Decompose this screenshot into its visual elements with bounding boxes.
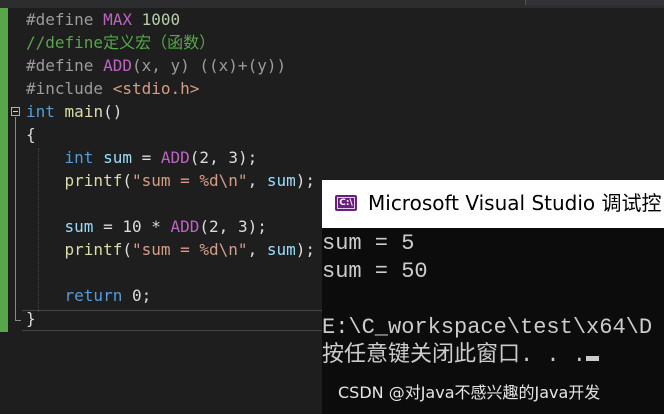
code-token: int [26,102,55,121]
collapse-icon[interactable] [11,107,20,116]
code-line[interactable]: int main() [26,100,315,123]
watermark-text: CSDN @对Java不感兴趣的Java开发 [338,383,601,402]
console-line: sum = 5 [322,231,415,256]
console-title: Microsoft Visual Studio 调试控 [368,191,662,215]
code-token: = [131,148,161,167]
code-token: 0; [122,286,152,305]
code-line[interactable]: #define ADD(x, y) ((x)+(y)) [26,54,315,77]
code-line[interactable]: #define MAX 1000 [26,8,315,31]
code-token: (x, y) ((x)+(y)) [131,56,287,75]
code-token: MAX [103,10,132,29]
code-token: = 10 * [93,217,171,236]
code-token: 1000 [141,10,181,29]
code-token: ADD [160,148,190,167]
code-token: ); [295,240,315,259]
code-token: ADD [170,217,200,236]
code-token: ADD [103,56,132,75]
code-line[interactable]: //define定义宏（函数） [26,31,315,54]
code-token: } [26,309,36,328]
code-token: ( [122,171,132,190]
code-token: { [26,125,36,144]
code-token: return [64,286,123,305]
code-line[interactable]: } [26,307,315,330]
console-app-icon: C:\ [335,195,357,211]
member-dropdown[interactable] [525,0,664,5]
code-line[interactable]: int sum = ADD(2, 3); [26,146,315,169]
code-token: #define [26,10,104,29]
change-tracking-bar [0,8,8,332]
code-line[interactable]: return 0; [26,284,315,307]
code-token: main [64,102,104,121]
code-token: "sum = %d\n" [131,171,248,190]
console-line: sum = 50 [322,259,428,284]
console-cursor [586,356,600,361]
code-token: printf [64,240,123,259]
code-token: sum [103,148,132,167]
code-token: //define定义宏（函数） [26,33,216,52]
code-token: ); [295,171,315,190]
code-token: #define [26,56,104,75]
code-line[interactable]: printf("sum = %d\n", sum); [26,169,315,192]
code-token: sum [266,171,296,190]
code-token: #include [26,79,113,98]
code-token: , [247,240,267,259]
code-token: , [247,171,267,190]
code-line[interactable]: #include <stdio.h> [26,77,315,100]
code-line[interactable] [26,261,315,284]
console-title-bar[interactable]: C:\ Microsoft Visual Studio 调试控 [322,180,664,228]
code-line[interactable] [26,192,315,215]
code-token: <stdio.h> [112,79,200,98]
code-token: (2, 3); [199,217,267,236]
code-line[interactable]: printf("sum = %d\n", sum); [26,238,315,261]
code-line[interactable]: { [26,123,315,146]
code-token: () [103,102,123,121]
code-token: sum [266,240,296,259]
console-line: E:\C_workspace\test\x64\D [322,315,653,340]
editor-top-strip [0,0,664,8]
code-lines[interactable]: #define MAX 1000 //define定义宏（函数） #define A… [26,8,315,330]
console-prompt-text: 按任意键关闭此窗口. . . [322,343,587,368]
code-line[interactable]: sum = 10 * ADD(2, 3); [26,215,315,238]
code-token: int [64,148,94,167]
code-token: printf [64,171,123,190]
code-token: (2, 3); [189,148,258,167]
console-output: sum = 5 sum = 50 E:\C_workspace\test\x64… [322,230,664,370]
code-token: "sum = %d\n" [131,240,248,259]
console-prompt-line: 按任意键关闭此窗口. . . [322,342,664,370]
outline-line [15,117,16,321]
outline-end [15,320,21,321]
code-token: sum [64,217,94,236]
debug-console-window[interactable]: C:\ Microsoft Visual Studio 调试控 sum = 5 … [322,180,664,414]
code-token: ( [122,240,132,259]
